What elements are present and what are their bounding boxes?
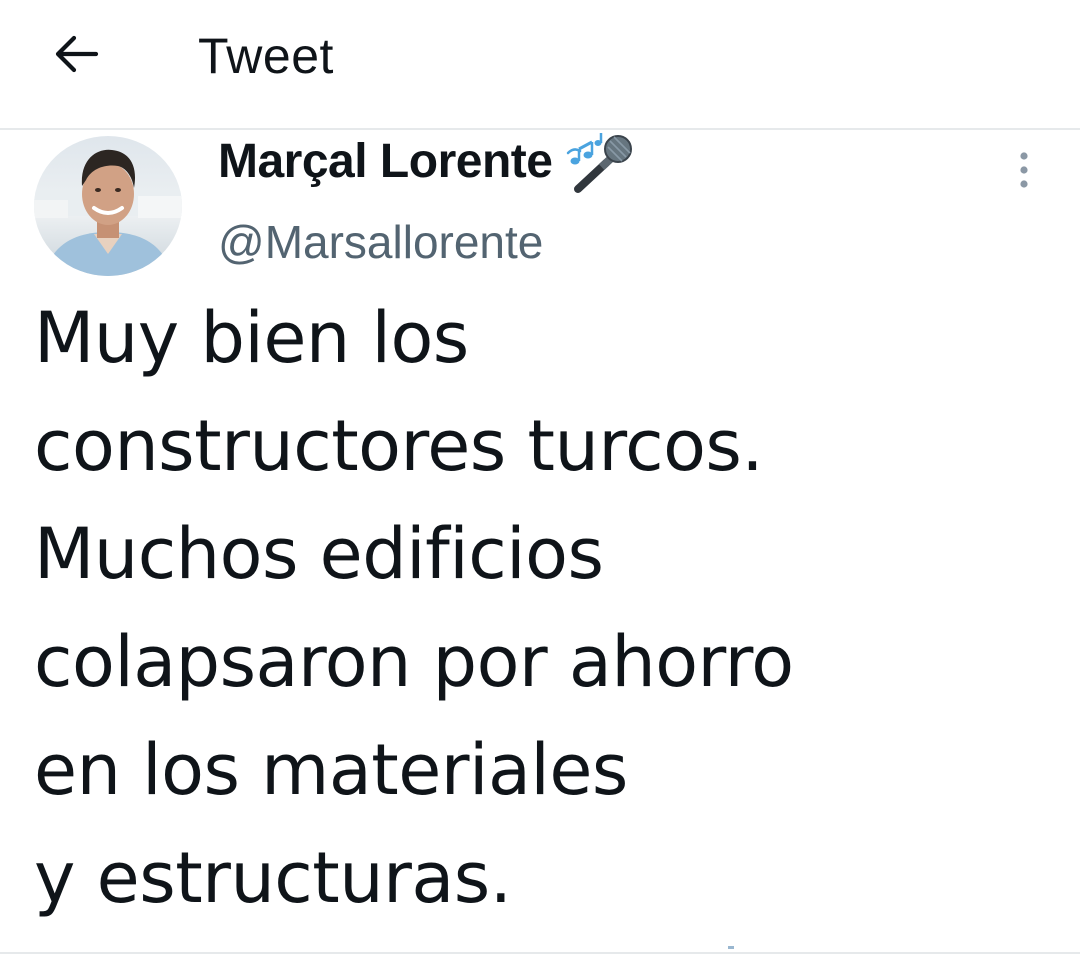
author-name[interactable]: Marçal Lorente [218, 133, 553, 191]
vertical-ellipsis-icon [1020, 152, 1028, 188]
back-button[interactable] [44, 26, 108, 82]
microphone-with-music-notes-icon [566, 131, 634, 193]
divider-mark [728, 946, 734, 949]
more-options-button[interactable] [1006, 146, 1042, 194]
avatar[interactable] [34, 136, 182, 276]
author-name-row: Marçal Lorente [218, 131, 634, 193]
arrow-left-icon [55, 35, 99, 73]
divider [0, 952, 1080, 954]
profile-photo [34, 136, 182, 276]
author-handle[interactable]: @Marsallorente [218, 214, 543, 270]
top-app-bar: Tweet [0, 0, 1080, 130]
tweet-text: Muy bien los constructores turcos. Mucho… [34, 297, 794, 919]
page-title: Tweet [198, 28, 334, 84]
